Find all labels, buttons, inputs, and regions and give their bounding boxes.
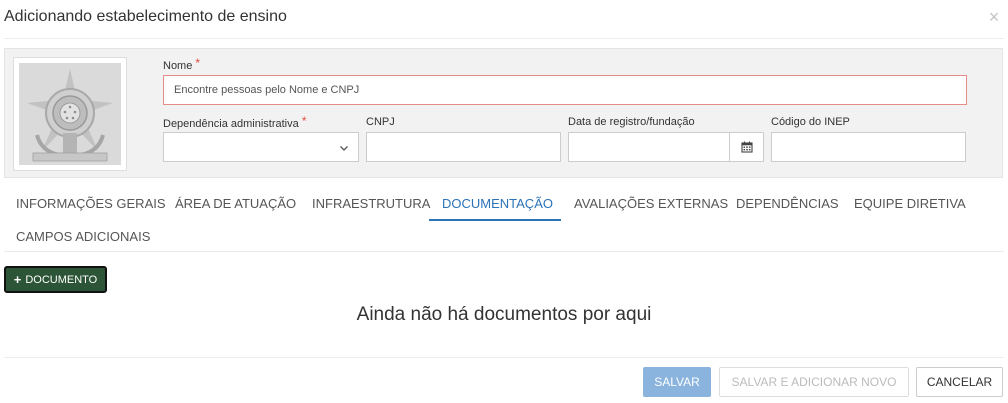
active-tab-indicator	[429, 219, 561, 221]
required-indicator: *	[301, 114, 307, 128]
nome-search-input[interactable]	[163, 75, 967, 105]
chevron-down-icon	[340, 146, 348, 151]
coat-of-arms-icon	[19, 63, 121, 165]
close-icon[interactable]: ×	[986, 8, 1002, 26]
cnpj-label: CNPJ	[366, 116, 395, 128]
dependencia-label: Dependência administrativa *	[163, 114, 307, 130]
add-document-button[interactable]: + DOCUMENTO	[4, 266, 107, 293]
dependencia-label-text: Dependência administrativa	[163, 118, 299, 130]
required-indicator: *	[195, 56, 201, 70]
save-button[interactable]: SALVAR	[643, 367, 711, 397]
dependencia-select[interactable]	[163, 132, 359, 162]
inep-label: Código do INEP	[771, 116, 850, 128]
add-document-label: DOCUMENTO	[25, 273, 98, 286]
tab-informacoes-gerais[interactable]: INFORMAÇÕES GERAIS	[16, 196, 166, 211]
coat-of-arms-logo[interactable]	[13, 57, 127, 171]
cancel-button[interactable]: CANCELAR	[916, 367, 1003, 397]
tab-documentacao[interactable]: DOCUMENTAÇÃO	[442, 196, 553, 211]
plus-icon: +	[13, 272, 22, 287]
cnpj-input[interactable]	[366, 132, 561, 162]
nome-label-text: Nome	[163, 60, 193, 72]
calendar-button[interactable]	[729, 132, 764, 162]
tabs-divider	[4, 251, 1004, 252]
calendar-icon	[740, 141, 753, 153]
data-registro-input[interactable]	[568, 132, 730, 162]
tab-campos-adicionais[interactable]: CAMPOS ADICIONAIS	[16, 229, 150, 244]
tab-avaliacoes-externas[interactable]: AVALIAÇÕES EXTERNAS	[574, 196, 728, 211]
tab-area-de-atuacao[interactable]: ÁREA DE ATUAÇÃO	[175, 196, 296, 211]
nome-label: Nome *	[163, 56, 201, 72]
title-divider	[4, 38, 1004, 39]
save-and-add-new-button[interactable]: SALVAR E ADICIONAR NOVO	[719, 367, 909, 397]
data-registro-label: Data de registro/fundação	[568, 116, 695, 128]
modal-title: Adicionando estabelecimento de ensino	[4, 8, 287, 25]
tab-equipe-diretiva[interactable]: EQUIPE DIRETIVA	[854, 196, 966, 211]
tab-dependencias[interactable]: DEPENDÊNCIAS	[736, 196, 839, 211]
footer-divider	[4, 357, 1004, 358]
logo-image	[19, 63, 121, 165]
inep-input[interactable]	[771, 132, 966, 162]
empty-state-message: Ainda não há documentos por aqui	[356, 304, 652, 325]
tab-infraestrutura[interactable]: INFRAESTRUTURA	[312, 196, 430, 211]
